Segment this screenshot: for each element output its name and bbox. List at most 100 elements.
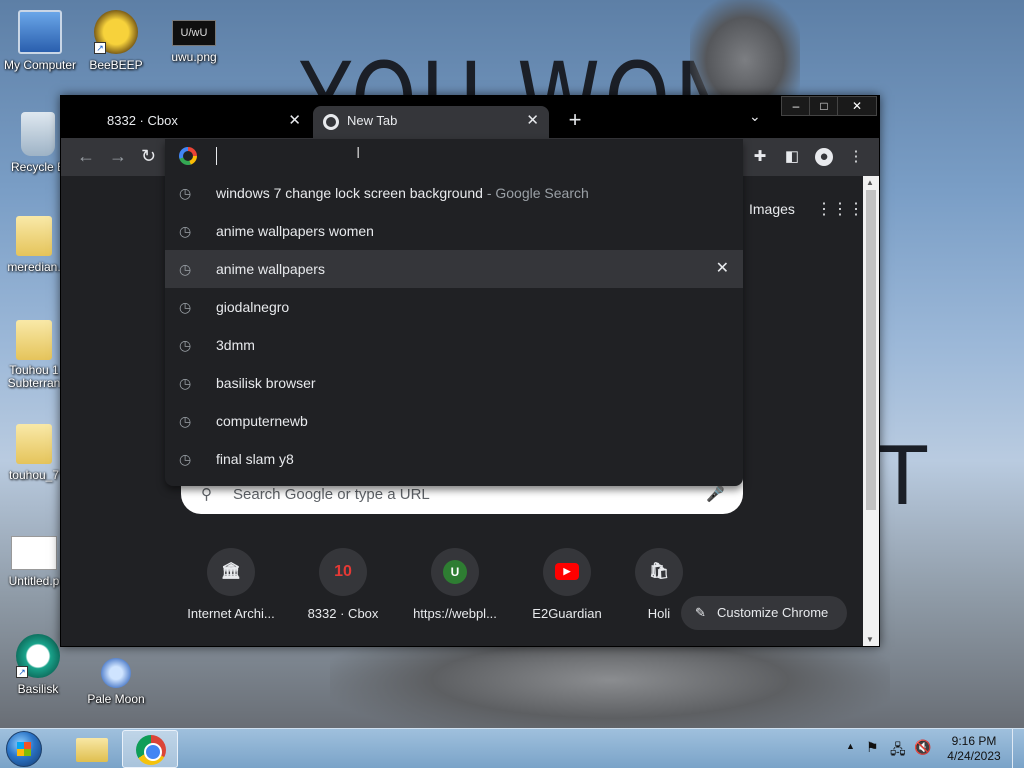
vertical-scrollbar[interactable]: ▲ ▼ <box>863 176 879 646</box>
shortcut-holi[interactable]: 🛍 Holi <box>629 548 689 621</box>
history-clock-icon: ◷ <box>179 223 192 239</box>
side-panel-icon[interactable]: ◧ <box>783 148 801 166</box>
image-file-icon <box>11 536 57 570</box>
customize-chrome-button[interactable]: ✎ Customize Chrome <box>681 596 847 630</box>
scrollbar-thumb[interactable] <box>866 190 876 510</box>
ntp-search-placeholder: Search Google or type a URL <box>233 486 430 503</box>
chrome-favicon-icon <box>323 114 339 130</box>
cbox-favicon-icon: 10 <box>319 548 367 596</box>
history-clock-icon: ◷ <box>179 261 192 277</box>
shopping-bag-icon: 🛍 <box>635 548 683 596</box>
history-clock-icon: ◷ <box>179 185 192 201</box>
back-arrow-icon[interactable]: ← <box>77 146 95 167</box>
google-apps-grid-icon[interactable]: ⋮⋮⋮ <box>816 199 864 219</box>
history-clock-icon: ◷ <box>179 451 192 467</box>
scroll-down-icon[interactable]: ▼ <box>866 635 874 644</box>
suggestion-text: giodalnegro <box>216 299 290 315</box>
action-center-flag-icon[interactable]: ⚑ <box>866 739 879 756</box>
most-visited-shortcuts: 🏛 Internet Archi... 10 8332 · Cbox U htt… <box>181 548 741 638</box>
suggestion-item[interactable]: ◷ computernewb <box>165 402 743 440</box>
suggestion-text: anime wallpapers <box>216 261 325 277</box>
maximize-button[interactable]: □ <box>809 96 839 116</box>
tab-title: 8332 · Cbox <box>107 113 178 128</box>
wallpaper-fragment: T <box>878 430 927 523</box>
close-tab-icon[interactable]: ✕ <box>526 106 539 136</box>
taskbar: ▲ ⚑ 🖧 🔇 9:16 PM 4/24/2023 <box>0 728 1024 768</box>
remove-suggestion-icon[interactable]: ✕ <box>716 250 729 288</box>
desktop-icon-label: My Computer <box>3 58 77 72</box>
history-clock-icon: ◷ <box>179 337 192 353</box>
show-hidden-icons-arrow[interactable]: ▲ <box>846 741 855 751</box>
show-desktop-button[interactable] <box>1012 729 1024 768</box>
address-bar-input[interactable]: I <box>165 139 743 173</box>
favicon-letter: U <box>443 559 467 584</box>
volume-muted-icon[interactable]: 🔇 <box>914 739 931 756</box>
taskbar-explorer-button[interactable] <box>64 730 120 768</box>
desktop-icon-label: Recycle B <box>10 160 66 174</box>
forward-arrow-icon[interactable]: → <box>109 146 127 167</box>
suggestion-text: 3dmm <box>216 337 255 353</box>
scroll-up-icon[interactable]: ▲ <box>866 178 874 187</box>
suggestion-text: windows 7 change lock screen background <box>216 185 483 201</box>
history-clock-icon: ◷ <box>179 375 192 391</box>
tab-search-chevron-icon[interactable]: ⌄ <box>749 108 761 125</box>
images-link[interactable]: Images <box>749 201 795 217</box>
shortcut-label: https://webpl... <box>413 606 497 621</box>
pale-moon-icon <box>101 658 131 688</box>
desktop-icon-beebeep[interactable]: ↗ BeeBEEP <box>76 10 156 72</box>
suggestion-item[interactable]: ◷ 3dmm <box>165 326 743 364</box>
suggestion-item[interactable]: ◷ windows 7 change lock screen backgroun… <box>165 174 743 212</box>
close-window-button[interactable]: ✕ <box>837 96 877 116</box>
history-clock-icon: ◷ <box>179 299 192 315</box>
shortcut-webpl[interactable]: U https://webpl... <box>405 548 505 621</box>
desktop-icon-label: Basilisk <box>17 682 59 696</box>
shortcut-internet-archive[interactable]: 🏛 Internet Archi... <box>181 548 281 621</box>
suggestion-item[interactable]: ◷ anime wallpapers women <box>165 212 743 250</box>
history-clock-icon: ◷ <box>179 413 192 429</box>
minimize-button[interactable]: – <box>781 96 811 116</box>
suggestion-item[interactable]: ◷ giodalnegro <box>165 288 743 326</box>
network-icon[interactable]: 🖧 <box>890 739 906 763</box>
start-button[interactable] <box>6 731 42 767</box>
clock-time: 9:16 PM <box>951 734 997 748</box>
shortcut-cbox[interactable]: 10 8332 · Cbox <box>293 548 393 621</box>
ibeam-cursor-icon: I <box>356 145 361 162</box>
desktop-icon-label: uwu.png <box>171 50 217 64</box>
reload-icon[interactable]: ↻ <box>141 146 156 167</box>
omnibox-dropdown: I ◷ windows 7 change lock screen backgro… <box>165 139 743 486</box>
suggestion-item[interactable]: ◷ final slam y8 <box>165 440 743 478</box>
desktop-icon-pale-moon[interactable]: Pale Moon <box>76 650 156 706</box>
extensions-puzzle-icon[interactable]: ✚ <box>751 148 769 166</box>
desktop-icon-my-computer[interactable]: My Computer <box>0 10 80 72</box>
shortcut-label: Internet Archi... <box>187 606 275 621</box>
taskbar-chrome-button[interactable] <box>122 730 178 768</box>
wallpaper-statue <box>330 640 890 740</box>
suggestion-text: final slam y8 <box>216 451 294 467</box>
wallpaper-statue-top <box>690 0 800 100</box>
desktop-icon-uwu-png[interactable]: U/wU uwu.png <box>154 10 234 64</box>
system-clock[interactable]: 9:16 PM 4/24/2023 <box>944 734 1004 764</box>
desktop-icon-label: Pale Moon <box>87 692 145 706</box>
shortcut-label: Holi <box>647 606 671 621</box>
new-tab-button[interactable]: + <box>561 106 589 134</box>
tab-strip: 8332 · Cbox ✕ New Tab ✕ + ⌄ – □ ✕ <box>61 96 879 138</box>
basilisk-icon: ↗ <box>16 634 60 678</box>
close-tab-icon[interactable]: ✕ <box>288 106 301 136</box>
folder-icon <box>76 738 108 762</box>
computer-icon <box>18 10 62 54</box>
pencil-icon: ✎ <box>695 605 706 620</box>
suggestion-text: basilisk browser <box>216 375 316 391</box>
profile-avatar-icon[interactable]: ● <box>815 148 833 166</box>
folder-icon <box>16 216 52 256</box>
clock-date: 4/24/2023 <box>947 749 1001 763</box>
shortcut-e2guardian[interactable]: ▶ E2Guardian <box>517 548 617 621</box>
desktop-icon-label: Untitled.p <box>8 574 60 588</box>
desktop-icon-label: BeeBEEP <box>89 58 143 72</box>
shortcut-label: 8332 · Cbox <box>307 606 379 621</box>
folder-icon <box>16 424 52 464</box>
tab-cbox[interactable]: 8332 · Cbox ✕ <box>61 106 311 138</box>
suggestion-item[interactable]: ◷ basilisk browser <box>165 364 743 402</box>
menu-kebab-icon[interactable]: ⋮ <box>847 148 865 166</box>
tab-new-tab[interactable]: New Tab ✕ <box>313 106 549 138</box>
suggestion-item-hovered[interactable]: ◷ anime wallpapers ✕ <box>165 250 743 288</box>
